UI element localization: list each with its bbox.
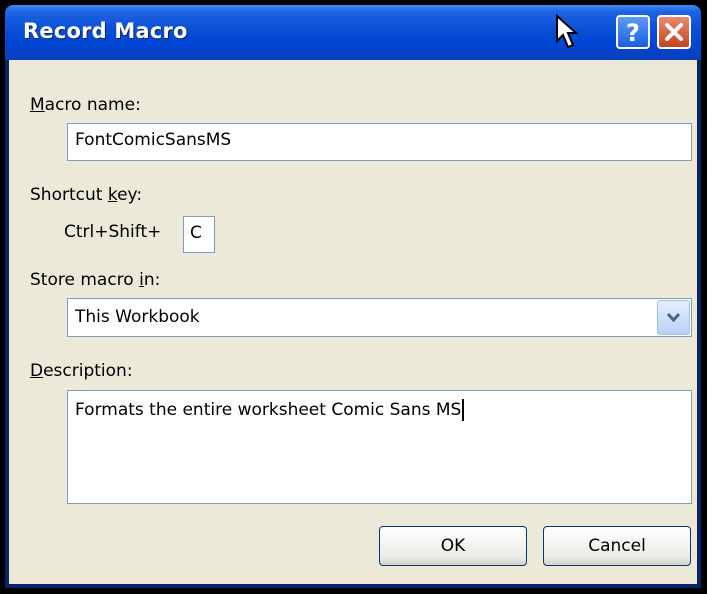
record-macro-dialog: Record Macro ? Macro name: FontComicSans… — [5, 5, 701, 588]
close-button[interactable] — [657, 15, 691, 49]
shortcut-key-input[interactable]: C — [183, 216, 215, 253]
cancel-button[interactable]: Cancel — [543, 526, 691, 566]
store-macro-label: Store macro in: — [30, 270, 161, 290]
shortcut-key-label: Shortcut key: — [30, 185, 143, 205]
help-icon: ? — [626, 19, 640, 47]
store-macro-select[interactable]: This Workbook — [67, 298, 692, 337]
help-button[interactable]: ? — [616, 15, 650, 49]
mouse-pointer-icon — [556, 14, 579, 49]
dialog-body: Macro name: FontComicSansMS Shortcut key… — [9, 60, 697, 584]
dialog-title: Record Macro — [23, 19, 188, 43]
ok-button[interactable]: OK — [379, 526, 527, 566]
macro-name-label: Macro name: — [30, 95, 141, 115]
close-icon — [665, 23, 683, 41]
svg-text:?: ? — [626, 19, 640, 47]
description-label: Description: — [30, 361, 133, 381]
description-textarea[interactable]: Formats the entire worksheet Comic Sans … — [67, 390, 692, 504]
chevron-down-icon — [666, 312, 681, 323]
shortcut-prefix: Ctrl+Shift+ — [64, 222, 162, 242]
macro-name-input[interactable]: FontComicSansMS — [67, 123, 692, 161]
text-caret — [462, 399, 465, 421]
title-bar[interactable]: Record Macro ? — [5, 5, 701, 60]
dropdown-button[interactable] — [657, 300, 690, 335]
